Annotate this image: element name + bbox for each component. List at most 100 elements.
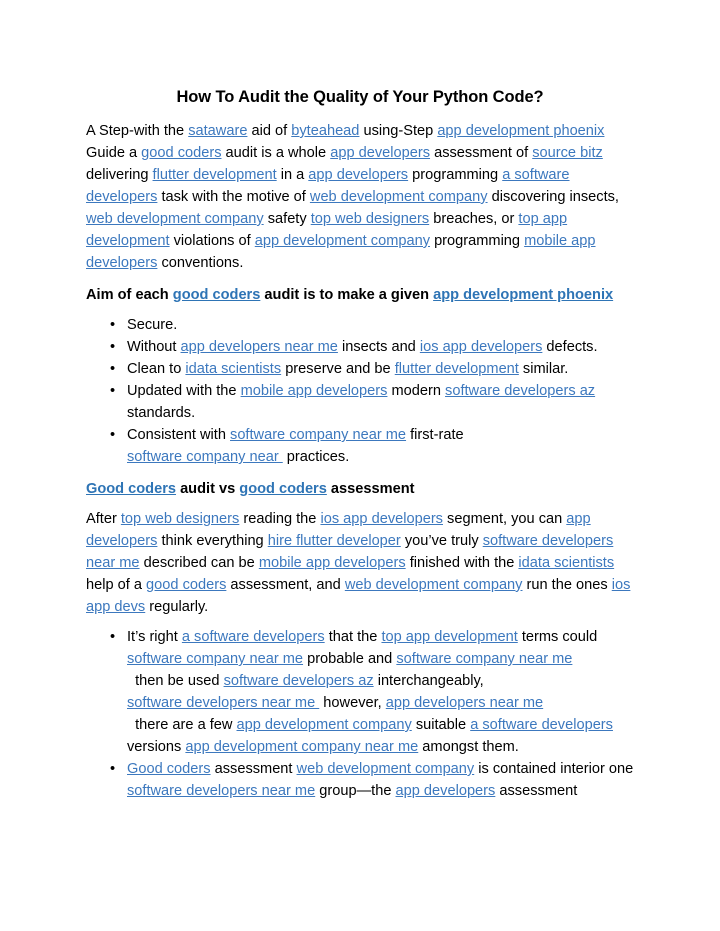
bullet-list-assessment: It’s right a software developers that th…: [86, 626, 634, 802]
link-software-company-near[interactable]: software company near: [127, 449, 283, 465]
text-run: safety: [263, 211, 311, 227]
text-run: regularly.: [145, 599, 209, 615]
link-top-web-designers[interactable]: top web designers: [311, 211, 429, 227]
text-run: audit is to make a given: [260, 287, 434, 303]
link-mobile-app-developers-2[interactable]: mobile app developers: [241, 383, 388, 399]
list-item: Clean to idata scientists preserve and b…: [86, 358, 634, 380]
link-app-developers[interactable]: app developers: [330, 145, 430, 161]
link-sataware[interactable]: sataware: [188, 123, 247, 139]
text-run: then be used: [127, 673, 224, 689]
text-run: terms could: [517, 629, 598, 645]
link-good-coders-heading-2[interactable]: Good coders: [86, 481, 176, 497]
text-run: assessment of: [430, 145, 533, 161]
page-title: How To Audit the Quality of Your Python …: [176, 88, 544, 106]
section-heading-aim: Aim of each good coders audit is to make…: [86, 284, 634, 306]
text-run: After: [86, 511, 121, 527]
text-run: task with the motive of: [157, 189, 310, 205]
link-idata-scientists[interactable]: idata scientists: [185, 361, 281, 377]
link-software-developers-az[interactable]: software developers az: [445, 383, 595, 399]
link-app-development-company[interactable]: app development company: [255, 233, 430, 249]
text-run: A Step-with the: [86, 123, 189, 139]
link-app-development-phoenix-heading[interactable]: app development phoenix: [433, 287, 613, 303]
text-run: conventions.: [157, 255, 244, 271]
link-flutter-development-2[interactable]: flutter development: [395, 361, 519, 377]
text-run: is contained interior one: [474, 761, 634, 777]
text-run: using-Step: [359, 123, 438, 139]
text-run: in a: [276, 167, 309, 183]
link-ios-app-developers-2[interactable]: ios app developers: [320, 511, 443, 527]
text-run: probable and: [303, 651, 397, 667]
link-a-software-developers-3[interactable]: a software developers: [470, 717, 613, 733]
link-app-development-phoenix[interactable]: app development phoenix: [437, 123, 604, 139]
text-run: programming: [408, 167, 503, 183]
text-run: Guide a: [86, 145, 142, 161]
list-item: Good coders assessment web development c…: [86, 758, 634, 802]
link-byteahead[interactable]: byteahead: [291, 123, 359, 139]
link-good-coders-3[interactable]: Good coders: [127, 761, 211, 777]
paragraph-after: After top web designers reading the ios …: [86, 508, 634, 618]
text-run: however,: [319, 695, 386, 711]
text-run: run the ones: [522, 577, 612, 593]
link-software-developers-az-2[interactable]: software developers az: [224, 673, 374, 689]
text-run: insects and: [337, 339, 420, 355]
text-run: amongst them.: [418, 739, 519, 755]
link-top-web-designers-2[interactable]: top web designers: [121, 511, 239, 527]
link-app-developers-4[interactable]: app developers: [396, 783, 496, 799]
link-app-developers-near-me-2[interactable]: app developers near me: [386, 695, 543, 711]
text-run: think everything: [157, 533, 268, 549]
link-flutter-development[interactable]: flutter development: [153, 167, 277, 183]
section-heading-audit-vs-assessment: Good coders audit vs good coders assessm…: [86, 478, 634, 500]
link-web-development-company-2[interactable]: web development company: [86, 211, 264, 227]
text-run: Secure.: [127, 317, 178, 333]
link-software-company-near-me[interactable]: software company near me: [230, 427, 406, 443]
text-run: defects.: [542, 339, 598, 355]
link-good-coders-heading[interactable]: good coders: [173, 287, 261, 303]
text-run: group—the: [315, 783, 396, 799]
text-run: delivering: [86, 167, 153, 183]
list-item: It’s right a software developers that th…: [86, 626, 634, 758]
text-run: that the: [324, 629, 382, 645]
link-web-development-company-4[interactable]: web development company: [297, 761, 475, 777]
link-good-coders[interactable]: good coders: [141, 145, 221, 161]
list-item: Secure.: [86, 314, 634, 336]
text-run: violations of: [169, 233, 255, 249]
link-app-developers-2[interactable]: app developers: [308, 167, 408, 183]
list-item: Updated with the mobile app developers m…: [86, 380, 634, 424]
link-source-bitz[interactable]: source bitz: [532, 145, 603, 161]
link-idata-scientists-2[interactable]: idata scientists: [518, 555, 614, 571]
text-run: aid of: [247, 123, 292, 139]
paragraph-intro: A Step-with the sataware aid of byteahea…: [86, 120, 634, 274]
document-page: How To Audit the Quality of Your Python …: [0, 0, 720, 931]
link-web-development-company-3[interactable]: web development company: [345, 577, 523, 593]
text-run: Aim of each: [86, 287, 173, 303]
link-software-company-near-me-2[interactable]: software company near me: [127, 651, 303, 667]
text-run: reading the: [239, 511, 321, 527]
link-good-coders-heading-3[interactable]: good coders: [239, 481, 327, 497]
list-item: Consistent with software company near me…: [86, 424, 634, 468]
text-run: first-rate: [406, 427, 464, 443]
link-web-development-company[interactable]: web development company: [310, 189, 488, 205]
link-software-company-near-me-3[interactable]: software company near me: [396, 651, 572, 667]
link-top-app-development-2[interactable]: top app development: [381, 629, 517, 645]
text-run: Clean to: [127, 361, 186, 377]
list-item: Without app developers near me insects a…: [86, 336, 634, 358]
link-app-developers-near-me[interactable]: app developers near me: [181, 339, 338, 355]
text-run: programming: [430, 233, 525, 249]
text-run: suitable: [411, 717, 471, 733]
text-run: Updated with the: [127, 383, 241, 399]
text-run: modern: [387, 383, 446, 399]
link-a-software-developers-2[interactable]: a software developers: [182, 629, 325, 645]
text-run: assessment: [495, 783, 578, 799]
text-run: help of a: [86, 577, 147, 593]
link-software-developers-near-me-2[interactable]: software developers near me: [127, 695, 319, 711]
link-ios-app-developers[interactable]: ios app developers: [420, 339, 543, 355]
text-run: audit is a whole: [221, 145, 331, 161]
link-good-coders-2[interactable]: good coders: [146, 577, 226, 593]
link-mobile-app-developers-3[interactable]: mobile app developers: [259, 555, 406, 571]
link-app-development-company-2[interactable]: app development company: [237, 717, 412, 733]
link-software-developers-near-me-3[interactable]: software developers near me: [127, 783, 315, 799]
text-run: practices.: [282, 449, 350, 465]
link-hire-flutter-developer[interactable]: hire flutter developer: [268, 533, 401, 549]
link-app-development-company-near-me[interactable]: app development company near me: [185, 739, 418, 755]
text-run: assessment: [210, 761, 297, 777]
